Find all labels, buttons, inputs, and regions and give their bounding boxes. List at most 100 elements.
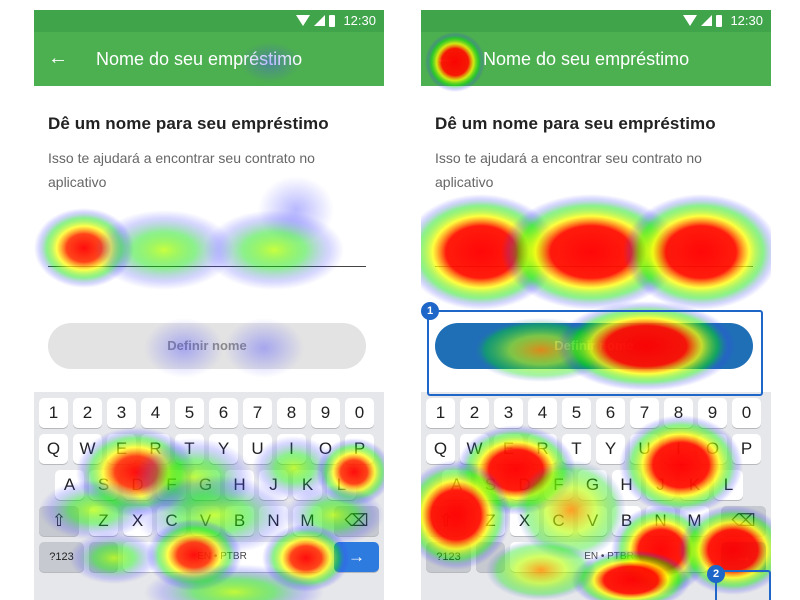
shift-icon[interactable]: ⇧ (426, 506, 466, 536)
symbols-key[interactable]: ?123 (39, 542, 84, 572)
key-k[interactable]: K (293, 470, 322, 500)
key-b[interactable]: B (612, 506, 641, 536)
key-g[interactable]: G (578, 470, 607, 500)
key-b[interactable]: B (225, 506, 254, 536)
key-s[interactable]: S (476, 470, 505, 500)
key-p[interactable]: P (732, 434, 761, 464)
back-arrow-icon[interactable]: ← (48, 46, 68, 70)
loan-name-input[interactable] (435, 230, 753, 267)
space-bar[interactable]: EN • PTBR (123, 542, 321, 572)
key-m[interactable]: M (680, 506, 709, 536)
key-f[interactable]: F (157, 470, 186, 500)
comma-key[interactable] (89, 542, 118, 572)
enter-icon[interactable]: → (334, 542, 379, 572)
key-3[interactable]: 3 (107, 398, 136, 428)
key-h[interactable]: H (225, 470, 254, 500)
key-z[interactable]: Z (476, 506, 505, 536)
callout-number-1: 1 (421, 302, 439, 320)
status-bar: 12:30 (421, 10, 771, 32)
key-7[interactable]: 7 (243, 398, 272, 428)
key-5[interactable]: 5 (175, 398, 204, 428)
key-c[interactable]: C (157, 506, 186, 536)
app-bar-title: Nome do seu empréstimo (96, 49, 303, 69)
wifi-icon (296, 15, 311, 26)
key-l[interactable]: L (714, 470, 743, 500)
key-f[interactable]: F (544, 470, 573, 500)
key-v[interactable]: V (191, 506, 220, 536)
key-r[interactable]: R (528, 434, 557, 464)
key-n[interactable]: N (646, 506, 675, 536)
define-name-button[interactable]: Definir nome (48, 323, 366, 369)
key-1[interactable]: 1 (39, 398, 68, 428)
key-e[interactable]: E (494, 434, 523, 464)
key-8[interactable]: 8 (664, 398, 693, 428)
key-2[interactable]: 2 (73, 398, 102, 428)
key-1[interactable]: 1 (426, 398, 455, 428)
key-i[interactable]: I (664, 434, 693, 464)
key-g[interactable]: G (191, 470, 220, 500)
key-0[interactable]: 0 (732, 398, 761, 428)
key-x[interactable]: X (510, 506, 539, 536)
key-i[interactable]: I (277, 434, 306, 464)
backspace-icon[interactable]: ⌫ (721, 506, 766, 536)
key-9[interactable]: 9 (698, 398, 727, 428)
callout-number-2: 2 (707, 565, 725, 583)
key-3[interactable]: 3 (494, 398, 523, 428)
key-s[interactable]: S (89, 470, 118, 500)
key-h[interactable]: H (612, 470, 641, 500)
key-4[interactable]: 4 (528, 398, 557, 428)
key-j[interactable]: J (259, 470, 288, 500)
key-u[interactable]: U (630, 434, 659, 464)
key-w[interactable]: W (73, 434, 102, 464)
key-l[interactable]: L (327, 470, 356, 500)
key-r[interactable]: R (141, 434, 170, 464)
key-t[interactable]: T (562, 434, 591, 464)
comma-key[interactable] (476, 542, 505, 572)
key-6[interactable]: 6 (209, 398, 238, 428)
status-bar: 12:30 (34, 10, 384, 32)
key-u[interactable]: U (243, 434, 272, 464)
key-d[interactable]: D (123, 470, 152, 500)
key-x[interactable]: X (123, 506, 152, 536)
key-e[interactable]: E (107, 434, 136, 464)
key-5[interactable]: 5 (562, 398, 591, 428)
key-o[interactable]: O (698, 434, 727, 464)
key-0[interactable]: 0 (345, 398, 374, 428)
key-8[interactable]: 8 (277, 398, 306, 428)
key-w[interactable]: W (460, 434, 489, 464)
key-j[interactable]: J (646, 470, 675, 500)
key-z[interactable]: Z (89, 506, 118, 536)
key-2[interactable]: 2 (460, 398, 489, 428)
key-t[interactable]: T (175, 434, 204, 464)
app-bar: ← Nome do seu empréstimo (421, 32, 771, 86)
key-v[interactable]: V (578, 506, 607, 536)
key-a[interactable]: A (442, 470, 471, 500)
key-m[interactable]: M (293, 506, 322, 536)
key-k[interactable]: K (680, 470, 709, 500)
callout-box-1 (427, 310, 763, 396)
page-heading: Dê um nome para seu empréstimo (48, 114, 329, 133)
key-n[interactable]: N (259, 506, 288, 536)
key-6[interactable]: 6 (596, 398, 625, 428)
symbols-key[interactable]: ?123 (426, 542, 471, 572)
shift-icon[interactable]: ⇧ (39, 506, 79, 536)
loan-name-input[interactable] (48, 230, 366, 267)
key-a[interactable]: A (55, 470, 84, 500)
key-7[interactable]: 7 (630, 398, 659, 428)
back-arrow-icon[interactable]: ← (435, 46, 455, 70)
key-o[interactable]: O (311, 434, 340, 464)
key-y[interactable]: Y (209, 434, 238, 464)
keyboard-row-numbers: 1 2 3 4 5 6 7 8 9 0 (34, 398, 384, 428)
backspace-icon[interactable]: ⌫ (334, 506, 379, 536)
keyboard-row-function: ?123 EN • PTBR → (34, 542, 384, 572)
key-d[interactable]: D (510, 470, 539, 500)
key-p[interactable]: P (345, 434, 374, 464)
key-4[interactable]: 4 (141, 398, 170, 428)
key-q[interactable]: Q (426, 434, 455, 464)
key-9[interactable]: 9 (311, 398, 340, 428)
key-y[interactable]: Y (596, 434, 625, 464)
space-bar[interactable]: EN • PTBR (510, 542, 708, 572)
enter-icon[interactable]: → (721, 542, 766, 572)
key-q[interactable]: Q (39, 434, 68, 464)
key-c[interactable]: C (544, 506, 573, 536)
